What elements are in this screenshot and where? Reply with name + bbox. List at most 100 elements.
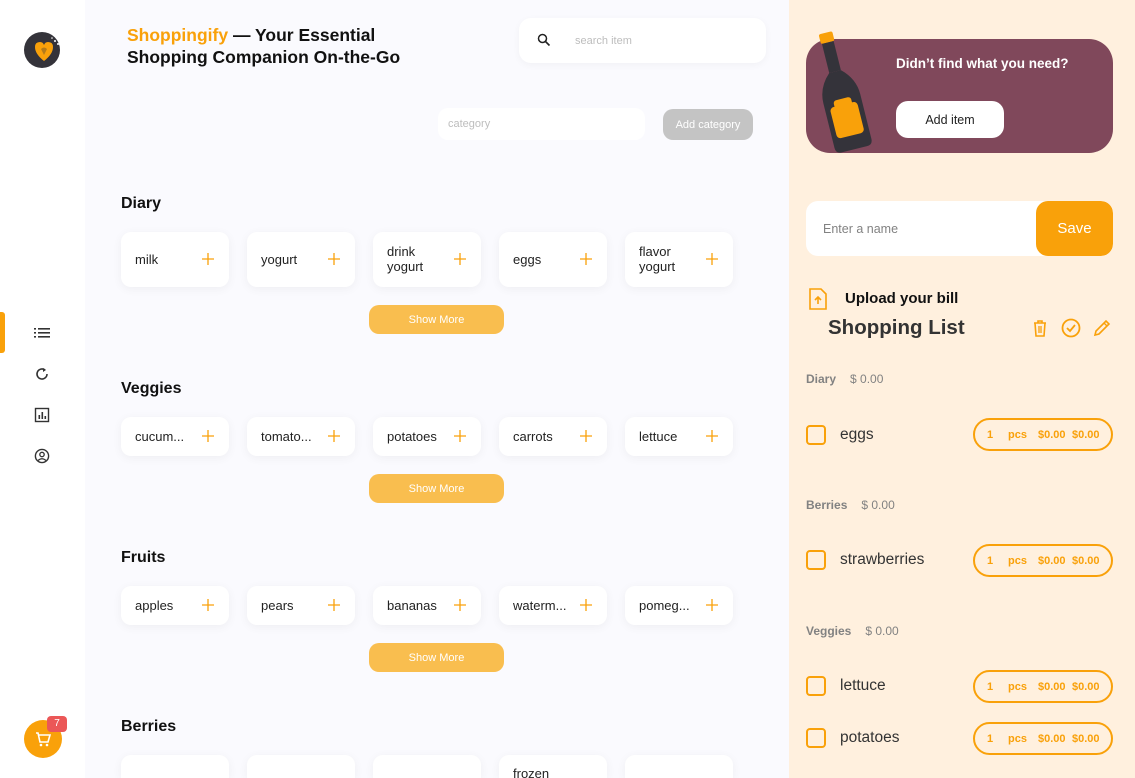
item-checkbox[interactable] [806, 425, 826, 445]
item-card[interactable]: waterm... [499, 586, 607, 625]
item-card[interactable] [625, 755, 733, 778]
item-card[interactable] [373, 755, 481, 778]
shopping-list-title: Shopping List [828, 316, 965, 339]
item-price: $0.00 [1038, 429, 1066, 441]
item-total: $0.00 [1072, 681, 1100, 693]
group-amount: $ 0.00 [861, 498, 895, 512]
plus-icon[interactable] [453, 429, 467, 443]
item-card[interactable]: lettuce [625, 417, 733, 456]
item-card[interactable]: drink yogurt [373, 232, 481, 287]
item-name: waterm... [513, 598, 567, 613]
list-group-header: Diary $ 0.00 [806, 372, 883, 386]
upload-icon[interactable] [808, 288, 828, 310]
brand-name: Shoppingify [127, 25, 229, 45]
edit-icon[interactable] [1092, 318, 1112, 338]
item-card[interactable]: bananas [373, 586, 481, 625]
list-icon[interactable] [31, 322, 53, 344]
item-total: $0.00 [1072, 733, 1100, 745]
item-name: lettuce [639, 429, 678, 444]
plus-icon[interactable] [705, 429, 719, 443]
plus-icon[interactable] [705, 252, 719, 266]
check-circle-icon[interactable] [1061, 318, 1081, 338]
shopping-list-panel: Didn’t find what you need? Add item Save… [789, 0, 1135, 778]
page-title: Shoppingify — Your Essential Shopping Co… [127, 24, 437, 68]
item-card[interactable]: potatoes [373, 417, 481, 456]
plus-icon[interactable] [579, 429, 593, 443]
item-price: $0.00 [1038, 733, 1066, 745]
plus-icon[interactable] [453, 598, 467, 612]
user-icon[interactable] [31, 445, 53, 467]
item-card[interactable]: carrots [499, 417, 607, 456]
plus-icon[interactable] [327, 598, 341, 612]
item-checkbox[interactable] [806, 676, 826, 696]
upload-bill-link[interactable]: Upload your bill [845, 290, 958, 307]
show-more-button[interactable]: Show More [369, 643, 504, 672]
item-card[interactable]: frozen [499, 755, 607, 778]
plus-icon[interactable] [453, 252, 467, 266]
trash-icon[interactable] [1030, 318, 1050, 338]
plus-icon[interactable] [201, 598, 215, 612]
item-checkbox[interactable] [806, 550, 826, 570]
item-card[interactable]: pears [247, 586, 355, 625]
chart-icon[interactable] [31, 404, 53, 426]
item-quantity-pill[interactable]: 1 pcs $0.00 $0.00 [973, 722, 1113, 755]
group-amount: $ 0.00 [865, 624, 899, 638]
plus-icon[interactable] [201, 252, 215, 266]
search-box [519, 18, 766, 63]
item-card[interactable]: tomato... [247, 417, 355, 456]
item-unit: pcs [1008, 555, 1027, 567]
plus-icon[interactable] [327, 252, 341, 266]
main-content: Shoppingify — Your Essential Shopping Co… [85, 0, 789, 778]
item-card[interactable]: apples [121, 586, 229, 625]
item-price: $0.00 [1038, 555, 1066, 567]
add-item-button[interactable]: Add item [896, 101, 1004, 138]
save-button[interactable]: Save [1036, 201, 1113, 256]
search-input[interactable] [575, 31, 745, 51]
logo [24, 32, 60, 68]
search-icon [537, 33, 551, 47]
item-name: drink yogurt [387, 244, 424, 274]
item-card[interactable]: flavor yogurt [625, 232, 733, 287]
item-unit: pcs [1008, 733, 1027, 745]
sidebar: 7 [0, 0, 85, 778]
item-quantity-pill[interactable]: 1 pcs $0.00 $0.00 [973, 670, 1113, 703]
item-name: eggs [513, 252, 542, 267]
plus-icon[interactable] [327, 429, 341, 443]
show-more-button[interactable]: Show More [369, 305, 504, 334]
group-name: Veggies [806, 624, 852, 638]
list-item-name: strawberries [840, 551, 925, 568]
item-card[interactable] [247, 755, 355, 778]
plus-icon[interactable] [705, 598, 719, 612]
add-category-button[interactable]: Add category [663, 109, 753, 140]
item-card[interactable]: pomeg... [625, 586, 733, 625]
item-name: flavor yogurt [639, 244, 676, 274]
item-total: $0.00 [1072, 429, 1100, 441]
item-card[interactable]: milk [121, 232, 229, 287]
item-card[interactable]: eggs [499, 232, 607, 287]
show-more-button[interactable]: Show More [369, 474, 504, 503]
item-name: tomato... [261, 429, 312, 444]
refresh-icon[interactable] [31, 363, 53, 385]
item-card[interactable] [121, 755, 229, 778]
plus-icon[interactable] [579, 598, 593, 612]
category-input[interactable] [438, 108, 645, 140]
list-item-name: eggs [840, 426, 874, 443]
item-quantity-pill[interactable]: 1 pcs $0.00 $0.00 [973, 418, 1113, 451]
category-title: Diary [121, 195, 162, 212]
item-card[interactable]: cucum... [121, 417, 229, 456]
category-title: Berries [121, 718, 177, 735]
nav-active-indicator [0, 312, 5, 353]
list-name-input[interactable] [806, 201, 1036, 256]
item-price: $0.00 [1038, 681, 1066, 693]
item-checkbox[interactable] [806, 728, 826, 748]
item-qty: 1 [987, 681, 994, 693]
item-quantity-pill[interactable]: 1 pcs $0.00 $0.00 [973, 544, 1113, 577]
list-group-header: Veggies $ 0.00 [806, 624, 899, 638]
item-name: carrots [513, 429, 553, 444]
item-name: apples [135, 598, 174, 613]
category-title: Veggies [121, 380, 182, 397]
plus-icon[interactable] [201, 429, 215, 443]
plus-icon[interactable] [579, 252, 593, 266]
item-card[interactable]: yogurt [247, 232, 355, 287]
promo-text: Didn’t find what you need? [896, 56, 1069, 71]
